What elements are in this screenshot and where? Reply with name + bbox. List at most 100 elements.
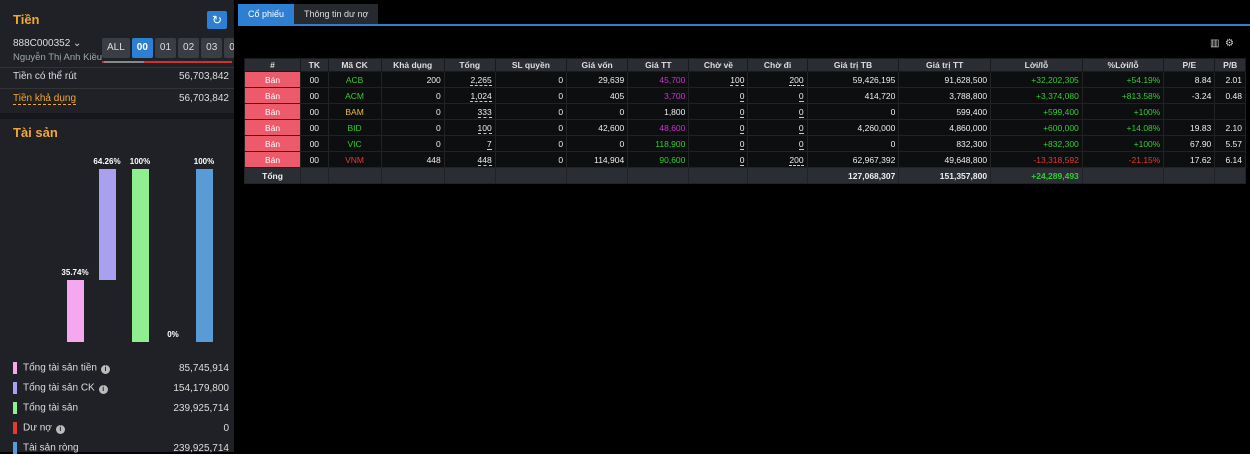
legend-row: Tài sản ròng 239,925,714	[13, 442, 229, 454]
legend-swatch	[13, 382, 17, 394]
asset-bar-label: 100%	[193, 157, 215, 166]
cell-available: 448	[380, 151, 445, 168]
table-row: Bán 00 BAM 0 333 0 0 1,800 0 0 0 599,400 +599,400 +10…	[243, 103, 1246, 120]
subtab-03[interactable]: 03	[201, 38, 223, 58]
chart-icon[interactable]: ▥	[1210, 38, 1219, 49]
cell-outgoing[interactable]: 200	[747, 151, 808, 168]
column-header[interactable]: SL quyền	[494, 58, 568, 72]
cell-total[interactable]: 100	[443, 119, 496, 136]
legend-row: Tổng tài sản 239,925,714	[13, 402, 229, 414]
info-icon[interactable]: i	[98, 384, 108, 394]
refresh-button[interactable]: ↻	[207, 11, 227, 29]
legend-value: 85,745,914	[178, 362, 229, 374]
cell-symbol[interactable]: BAM	[327, 103, 382, 120]
legend-label: Tổng tài sản CK i	[13, 382, 108, 394]
cash-title: Tiền	[13, 12, 40, 27]
column-header[interactable]: %Lời/lỗ	[1081, 58, 1165, 72]
column-header[interactable]: Mã CK	[327, 58, 382, 72]
cell-available: 0	[380, 119, 445, 136]
column-header[interactable]: P/B	[1214, 58, 1246, 72]
cell-outgoing[interactable]: 0	[747, 103, 808, 120]
cell-profit-pct: +14.08%	[1081, 119, 1165, 136]
cell-total[interactable]: 7	[443, 135, 496, 152]
cell-incoming[interactable]: 0	[688, 119, 749, 136]
cell-rights: 0	[494, 119, 568, 136]
cell-profit: +599,400	[990, 103, 1083, 120]
empty-cell	[300, 167, 329, 184]
column-header[interactable]: TK	[300, 58, 329, 72]
available-label[interactable]: Tiền khả dụng	[13, 93, 77, 105]
legend-swatch	[13, 442, 17, 454]
sell-button[interactable]: Bán	[243, 119, 302, 136]
cell-market-value: 91,628,500	[898, 71, 992, 88]
subtab-02[interactable]: 02	[178, 38, 200, 58]
cell-symbol[interactable]: BID	[327, 119, 382, 136]
subtab-scrollbar[interactable]	[102, 61, 232, 63]
empty-cell	[627, 167, 690, 184]
cell-pb	[1214, 103, 1246, 120]
column-header[interactable]: Khả dụng	[380, 58, 445, 72]
cell-outgoing[interactable]: 0	[747, 119, 808, 136]
subtab-more[interactable]: 0	[224, 38, 234, 58]
subtab-00[interactable]: 00	[131, 38, 153, 58]
sell-button[interactable]: Bán	[243, 135, 302, 152]
column-header[interactable]: Giá TT	[627, 58, 690, 72]
sell-button[interactable]: Bán	[243, 71, 302, 88]
asset-bar	[196, 169, 213, 342]
info-icon[interactable]: i	[100, 364, 110, 374]
column-header[interactable]: Tổng	[443, 58, 496, 72]
tab-stocks[interactable]: Cổ phiếu	[238, 4, 295, 24]
cell-incoming[interactable]: 0	[688, 87, 749, 104]
account-selector[interactable]: 888C000352 ⌄	[13, 38, 81, 49]
column-header[interactable]: Giá trị TT	[898, 58, 992, 72]
cell-pe: -3.24	[1163, 87, 1216, 104]
cell-rights: 0	[494, 151, 568, 168]
cell-incoming[interactable]: 0	[688, 151, 749, 168]
column-header[interactable]: #	[243, 58, 302, 72]
column-header[interactable]: P/E	[1163, 58, 1216, 72]
subtab-all[interactable]: ALL	[102, 38, 130, 58]
cell-total[interactable]: 448	[443, 151, 496, 168]
cell-market-value: 3,788,800	[898, 87, 992, 104]
sell-button[interactable]: Bán	[243, 103, 302, 120]
available-value: 56,703,842	[178, 93, 229, 104]
sell-button[interactable]: Bán	[243, 151, 302, 168]
cell-outgoing[interactable]: 0	[747, 135, 808, 152]
column-header[interactable]: Chờ về	[688, 58, 749, 72]
cell-cost: 114,904	[566, 151, 629, 168]
cell-incoming[interactable]: 0	[688, 103, 749, 120]
column-header[interactable]: Giá vốn	[566, 58, 629, 72]
cell-incoming[interactable]: 0	[688, 135, 749, 152]
cell-symbol[interactable]: VNM	[327, 151, 382, 168]
withdrawable-value: 56,703,842	[178, 71, 229, 82]
column-header[interactable]: Giá trị TB	[806, 58, 900, 72]
column-header[interactable]: Lời/lỗ	[990, 58, 1083, 72]
cell-symbol[interactable]: VIC	[327, 135, 382, 152]
cell-total[interactable]: 1,024	[443, 87, 496, 104]
asset-bar-label: 100%	[129, 157, 151, 166]
cell-total[interactable]: 2,265	[443, 71, 496, 88]
cell-symbol[interactable]: ACB	[327, 71, 382, 88]
info-icon[interactable]: i	[55, 424, 65, 434]
column-header[interactable]: Chờ đi	[747, 58, 808, 72]
cell-incoming[interactable]: 100	[688, 71, 749, 88]
cell-total[interactable]: 333	[443, 103, 496, 120]
cell-symbol[interactable]: ACM	[327, 87, 382, 104]
cell-cost-value: 0	[806, 135, 900, 152]
cell-outgoing[interactable]: 200	[747, 71, 808, 88]
cell-cost-value: 414,720	[806, 87, 900, 104]
tab-debt-info[interactable]: Thông tin dư nợ	[294, 4, 379, 24]
table-row: Bán 00 ACB 200 2,265 0 29,639 45,700 100 200 59,42…	[243, 71, 1246, 88]
cell-outgoing[interactable]: 0	[747, 87, 808, 104]
legend-swatch	[13, 362, 17, 374]
total-profit: +24,289,493	[990, 167, 1083, 184]
cell-profit: -13,318,592	[990, 151, 1083, 168]
legend-label: Tổng tài sản	[13, 402, 78, 414]
legend-value: 0	[223, 422, 229, 434]
subtab-01[interactable]: 01	[154, 38, 177, 58]
gear-icon[interactable]: ⚙	[1225, 38, 1234, 49]
sell-button[interactable]: Bán	[243, 87, 302, 104]
account-name: Nguyễn Thị Anh Kiều	[13, 52, 103, 63]
cell-profit-pct: +100%	[1081, 135, 1165, 152]
cell-profit-pct: +813.58%	[1081, 87, 1165, 104]
